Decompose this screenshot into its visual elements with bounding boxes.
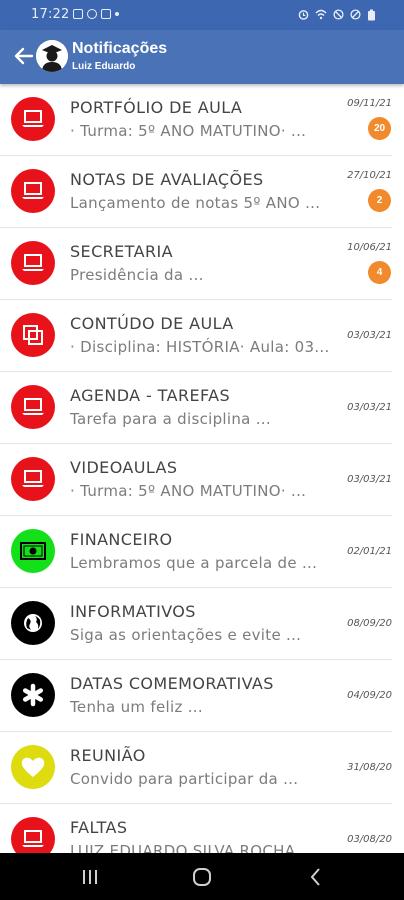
notification-title: DATAS COMEMORATIVAS: [70, 674, 274, 693]
notification-date: 03/03/21: [347, 402, 392, 413]
notification-item[interactable]: AGENDA - TAREFAS Tarefa para a disciplina…: [0, 372, 392, 444]
system-nav-bar: [0, 853, 404, 900]
back-arrow-icon[interactable]: [12, 44, 36, 68]
laptop-icon: [11, 817, 55, 853]
recent-apps-icon[interactable]: [79, 866, 101, 888]
unread-count-badge: 2: [368, 189, 391, 212]
notification-date: 02/01/21: [347, 546, 392, 557]
page-title: Notificações: [72, 40, 168, 57]
notification-title: SECRETARIA: [70, 242, 173, 261]
notification-preview: Tenha um feliz ...: [70, 698, 203, 716]
laptop-icon: [11, 97, 55, 141]
home-icon[interactable]: [191, 866, 213, 888]
notification-title: FINANCEIRO: [70, 530, 173, 549]
notification-date: 31/08/20: [347, 762, 392, 773]
student-avatar-icon: [36, 40, 68, 72]
notification-title: VIDEOAULAS: [70, 458, 178, 477]
notification-title: AGENDA - TAREFAS: [70, 386, 231, 405]
notification-item[interactable]: VIDEOAULAS · Turma: 5º ANO MATUTINO· ... 0…: [0, 444, 392, 516]
notification-preview: · Turma: 5º ANO MATUTINO· ...: [70, 482, 307, 500]
notification-date: 10/06/21: [347, 242, 392, 253]
status-bar: 17:22: [0, 0, 404, 30]
notification-date: 27/10/21: [347, 170, 392, 181]
notification-list: PORTFÓLIO DE AULA · Turma: 5º ANO MATUTIN…: [0, 84, 404, 853]
laptop-icon: [11, 457, 55, 501]
notification-item[interactable]: SECRETARIA Presidência da ... 10/06/21 4: [0, 228, 392, 300]
notification-preview: Lançamento de notas 5º ANO ...: [70, 194, 321, 212]
notification-preview: · Disciplina: HISTÓRIA· Aula: 03...: [70, 338, 330, 356]
status-system-icons: [298, 9, 376, 21]
notification-preview: · Turma: 5º ANO MATUTINO· ...: [70, 122, 307, 140]
notification-title: INFORMATIVOS: [70, 602, 196, 621]
unread-count-badge: 4: [368, 261, 391, 284]
unread-count-badge: 20: [368, 117, 391, 140]
alarm-icon: [87, 9, 97, 19]
notification-preview: Lembramos que a parcela de ...: [70, 554, 318, 572]
image-icon: [73, 9, 83, 19]
money-icon: [11, 529, 55, 573]
status-time: 17:22: [31, 7, 70, 22]
notification-item[interactable]: CONTÚDO DE AULA · Disciplina: HISTÓRIA· A…: [0, 300, 392, 372]
notification-item[interactable]: PORTFÓLIO DE AULA · Turma: 5º ANO MATUTIN…: [0, 84, 392, 156]
do-not-disturb-icon: [333, 9, 344, 20]
laptop-icon: [11, 169, 55, 213]
notification-title: NOTAS DE AVALIAÇÕES: [70, 170, 264, 189]
notification-date: 04/09/20: [347, 690, 392, 701]
notification-item[interactable]: DATAS COMEMORATIVAS Tenha um feliz ... 04/…: [0, 660, 392, 732]
notification-title: FALTAS: [70, 818, 128, 837]
notification-item[interactable]: NOTAS DE AVALIAÇÕES Lançamento de notas 5…: [0, 156, 392, 228]
asterisk-icon: [11, 673, 55, 717]
notification-item[interactable]: FALTAS LUIZ EDUARDO SILVA ROCHA ... 03/08/…: [0, 804, 392, 853]
heart-icon: [11, 745, 55, 789]
status-notification-icons: [73, 9, 119, 19]
notification-title: PORTFÓLIO DE AULA: [70, 98, 243, 117]
notification-preview: LUIZ EDUARDO SILVA ROCHA ...: [70, 842, 316, 853]
more-dot-icon: [115, 12, 119, 16]
battery-icon: [368, 9, 375, 21]
notification-date: 03/03/21: [347, 330, 392, 341]
laptop-icon: [11, 241, 55, 285]
app-bar: Notificações Luiz Eduardo: [0, 30, 404, 84]
notification-date: 09/11/21: [347, 98, 392, 109]
wifi-icon: [315, 9, 327, 20]
notification-preview: Convido para participar da ...: [70, 770, 299, 788]
notification-date: 08/09/20: [347, 618, 392, 629]
notification-title: REUNIÃO: [70, 746, 146, 765]
notification-date: 03/03/21: [347, 474, 392, 485]
notification-date: 03/08/20: [347, 834, 392, 845]
gallery-icon: [101, 9, 111, 19]
copy-icon: [11, 313, 55, 357]
avatar[interactable]: [36, 40, 68, 72]
notification-item[interactable]: FINANCEIRO Lembramos que a parcela de ...…: [0, 516, 392, 588]
notification-preview: Presidência da ...: [70, 266, 204, 284]
notification-title: CONTÚDO DE AULA: [70, 314, 234, 333]
notification-item[interactable]: REUNIÃO Convido para participar da ... 31/…: [0, 732, 392, 804]
no-signal-icon: [350, 9, 361, 20]
alarm-clock-icon: [298, 10, 309, 20]
back-icon[interactable]: [305, 866, 327, 888]
notification-preview: Siga as orientações e evite ...: [70, 626, 302, 644]
laptop-icon: [11, 385, 55, 429]
notification-preview: Tarefa para a disciplina ...: [70, 410, 271, 428]
notification-item[interactable]: INFORMATIVOS Siga as orientações e evite …: [0, 588, 392, 660]
globe-icon: [11, 601, 55, 645]
user-name: Luiz Eduardo: [72, 61, 136, 72]
